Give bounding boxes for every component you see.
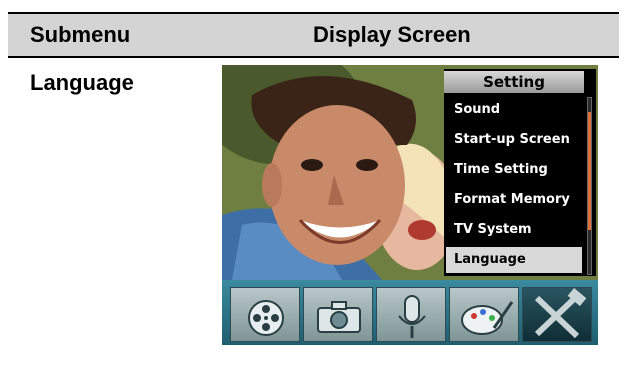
header-display-screen: Display Screen [313,22,471,47]
header-submenu: Submenu [30,22,131,47]
background-photo: Setting Sound Start-up Screen Time Setti… [222,65,598,280]
menu-item-language[interactable]: Language [446,247,582,273]
tools-icon[interactable] [522,287,592,342]
mode-toolbar [222,280,598,345]
menu-item-format-memory[interactable]: Format Memory [450,187,582,213]
submenu-language: Language [30,70,134,95]
menu-item-sound[interactable]: Sound [450,97,582,123]
menu-item-startup-screen[interactable]: Start-up Screen [450,127,582,153]
scroll-thumb[interactable] [588,112,591,230]
menu-item-time-setting[interactable]: Time Setting [450,157,582,183]
palette-icon[interactable] [449,287,519,342]
table-header-row: Submenu Display Screen [8,12,619,58]
menu-title: Setting [444,71,584,93]
camera-icon[interactable] [303,287,373,342]
display-screen: Setting Sound Start-up Screen Time Setti… [222,65,598,345]
microphone-icon[interactable] [376,287,446,342]
menu-item-tv-system[interactable]: TV System [450,217,582,243]
settings-menu: Setting Sound Start-up Screen Time Setti… [444,69,596,276]
film-reel-icon[interactable] [230,287,300,342]
menu-scrollbar[interactable] [587,97,592,275]
